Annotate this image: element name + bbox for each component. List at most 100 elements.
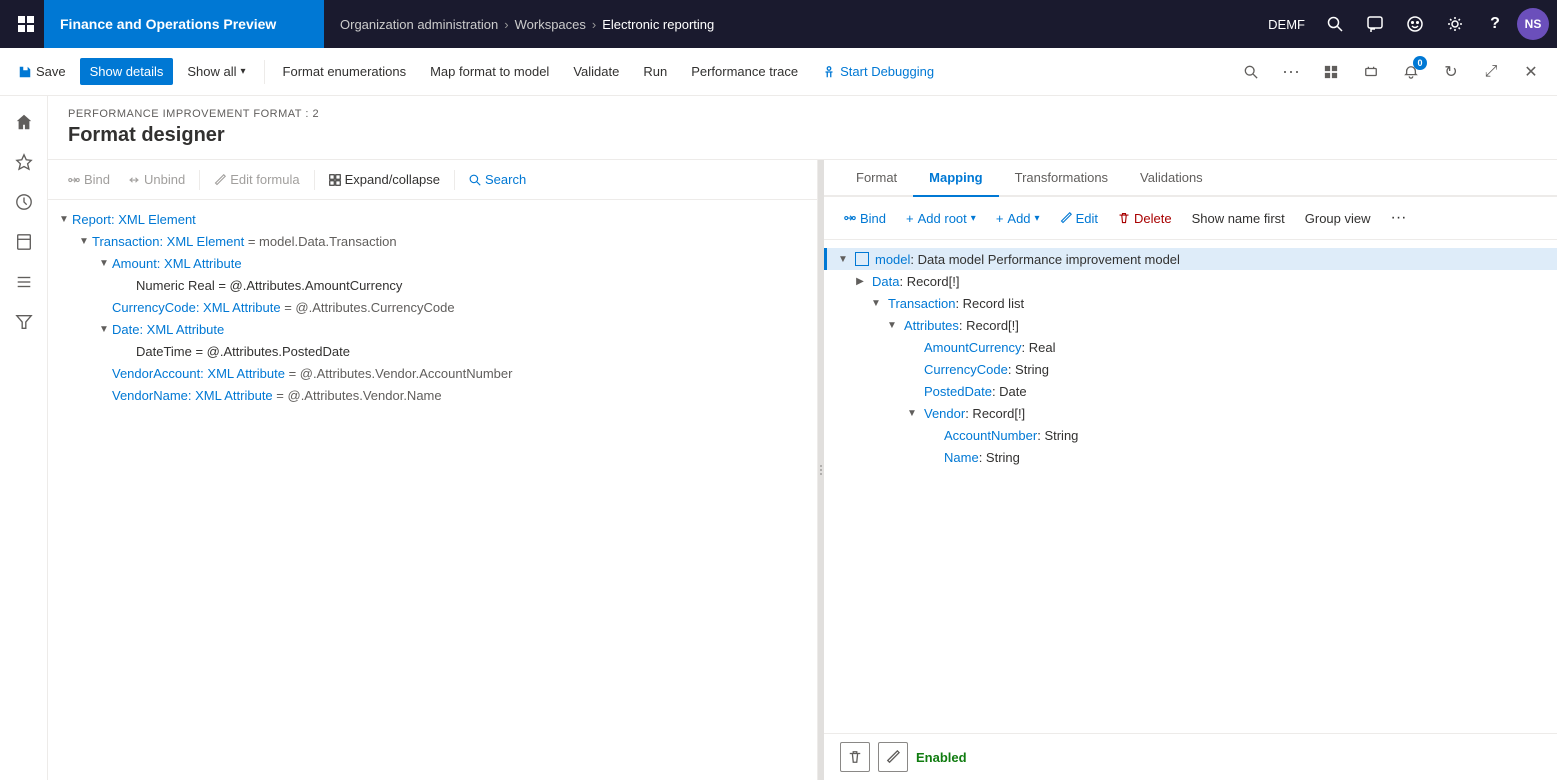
notification-icon[interactable]: 0: [1393, 54, 1429, 90]
more-options-right[interactable]: ···: [1383, 205, 1415, 231]
save-button[interactable]: Save: [8, 58, 76, 85]
right-tree-label: PostedDate: Date: [924, 384, 1027, 399]
sidebar-recent[interactable]: [6, 184, 42, 220]
help-icon[interactable]: ?: [1477, 6, 1513, 42]
right-tree-row[interactable]: ▼ model: Data model Performance improvem…: [824, 248, 1557, 270]
tree-toggle[interactable]: ▼: [868, 295, 884, 311]
tree-toggle[interactable]: ▼: [96, 255, 112, 271]
right-tree-label: model: Data model Performance improvemen…: [875, 252, 1180, 267]
tree-label: CurrencyCode: XML Attribute = @.Attribut…: [112, 300, 455, 315]
sidebar-home[interactable]: [6, 104, 42, 140]
tree-row[interactable]: ▶ VendorAccount: XML Attribute = @.Attri…: [48, 362, 817, 384]
map-format-to-model-button[interactable]: Map format to model: [420, 58, 559, 85]
breadcrumb-org[interactable]: Organization administration: [340, 17, 498, 32]
page-header: PERFORMANCE IMPROVEMENT FORMAT : 2 Forma…: [48, 96, 1557, 160]
chat-icon[interactable]: [1357, 6, 1393, 42]
right-tree-row[interactable]: ▶ PostedDate: Date: [824, 380, 1557, 402]
emoji-icon[interactable]: [1397, 6, 1433, 42]
tree-row[interactable]: ▼ Amount: XML Attribute: [48, 252, 817, 274]
tab-format[interactable]: Format: [840, 160, 913, 197]
toolbar-search-icon[interactable]: [1233, 54, 1269, 90]
right-tree: ▼ model: Data model Performance improvem…: [824, 240, 1557, 733]
tree-row[interactable]: ▼ Report: XML Element: [48, 208, 817, 230]
expand-collapse-button[interactable]: Expand/collapse: [321, 168, 448, 191]
format-enumerations-button[interactable]: Format enumerations: [273, 58, 417, 85]
right-tree-row[interactable]: ▶ Data: Record[!]: [824, 270, 1557, 292]
right-tree-label: AccountNumber: String: [944, 428, 1078, 443]
breadcrumb-workspaces[interactable]: Workspaces: [515, 17, 586, 32]
edit-icon-bottom[interactable]: [878, 742, 908, 772]
right-tree-label: AmountCurrency: Real: [924, 340, 1056, 355]
bottom-bar: Enabled: [824, 733, 1557, 780]
right-tree-row[interactable]: ▶ AmountCurrency: Real: [824, 336, 1557, 358]
unbind-button[interactable]: Unbind: [120, 168, 193, 191]
tree-toggle[interactable]: ▶: [852, 273, 868, 289]
app-title: Finance and Operations Preview: [44, 0, 324, 48]
right-tree-row[interactable]: ▶ Name: String: [824, 446, 1557, 468]
add-button[interactable]: + Add ▾: [988, 207, 1048, 230]
right-tree-row[interactable]: ▶ CurrencyCode: String: [824, 358, 1557, 380]
toolbar-right: ··· 0 ↻ ⤢ ✕: [1233, 54, 1549, 90]
apps-icon[interactable]: [8, 6, 44, 42]
refresh-icon[interactable]: ↻: [1433, 54, 1469, 90]
start-debugging-button[interactable]: Start Debugging: [812, 58, 944, 85]
tree-row[interactable]: ▼ Date: XML Attribute: [48, 318, 817, 340]
left-toolbar-sep-3: [454, 170, 455, 190]
breadcrumb-current: Electronic reporting: [602, 17, 714, 32]
sidebar-star[interactable]: [6, 144, 42, 180]
tree-toggle[interactable]: ▼: [904, 405, 920, 421]
delete-icon-bottom[interactable]: [840, 742, 870, 772]
group-view-button[interactable]: Group view: [1297, 207, 1379, 230]
close-icon[interactable]: ✕: [1513, 54, 1549, 90]
tree-row[interactable]: ▶ DateTime = @.Attributes.PostedDate: [48, 340, 817, 362]
tree-toggle[interactable]: ▼: [76, 233, 92, 249]
expand-icon[interactable]: ⤢: [1473, 54, 1509, 90]
edit-formula-button[interactable]: Edit formula: [206, 168, 307, 191]
right-tree-label: Data: Record[!]: [872, 274, 959, 289]
bind-button-left[interactable]: Bind: [60, 168, 118, 191]
top-navigation: Finance and Operations Preview Organizat…: [0, 0, 1557, 48]
right-tree-label: Attributes: Record[!]: [904, 318, 1019, 333]
performance-trace-button[interactable]: Performance trace: [681, 58, 808, 85]
tree-toggle[interactable]: ▼: [56, 211, 72, 227]
right-tree-row[interactable]: ▼ Transaction: Record list: [824, 292, 1557, 314]
sidebar-filter[interactable]: [6, 304, 42, 340]
tab-mapping[interactable]: Mapping: [913, 160, 998, 197]
plugin-icon[interactable]: [1353, 54, 1389, 90]
run-button[interactable]: Run: [633, 58, 677, 85]
tab-transformations[interactable]: Transformations: [999, 160, 1124, 197]
tree-row[interactable]: ▶ CurrencyCode: XML Attribute = @.Attrib…: [48, 296, 817, 318]
right-tree-row[interactable]: ▼ Attributes: Record[!]: [824, 314, 1557, 336]
search-icon-nav[interactable]: [1317, 6, 1353, 42]
sidebar-bookmarks[interactable]: [6, 224, 42, 260]
editor-area: Bind Unbind Edit formula Expand/colla: [48, 160, 1557, 780]
tree-label: DateTime = @.Attributes.PostedDate: [136, 344, 350, 359]
search-button-left[interactable]: Search: [461, 168, 534, 191]
main-content: PERFORMANCE IMPROVEMENT FORMAT : 2 Forma…: [48, 96, 1557, 780]
user-avatar[interactable]: NS: [1517, 8, 1549, 40]
show-details-button[interactable]: Show details: [80, 58, 174, 85]
grid-icon[interactable]: [1313, 54, 1349, 90]
toolbar-separator-1: [264, 60, 265, 84]
tree-row[interactable]: ▶ Numeric Real = @.Attributes.AmountCurr…: [48, 274, 817, 296]
tree-toggle[interactable]: ▼: [884, 317, 900, 333]
enabled-badge: Enabled: [916, 750, 967, 765]
validate-button[interactable]: Validate: [563, 58, 629, 85]
tree-toggle[interactable]: ▼: [835, 251, 851, 267]
settings-icon[interactable]: [1437, 6, 1473, 42]
show-all-button[interactable]: Show all ▾: [177, 58, 255, 85]
add-root-button[interactable]: + Add root ▾: [898, 207, 984, 230]
tab-validations[interactable]: Validations: [1124, 160, 1219, 197]
sidebar-list[interactable]: [6, 264, 42, 300]
left-panel-toolbar: Bind Unbind Edit formula Expand/colla: [48, 160, 817, 200]
bind-button-right[interactable]: Bind: [836, 207, 894, 230]
tree-toggle[interactable]: ▼: [96, 321, 112, 337]
tree-row[interactable]: ▼ Transaction: XML Element = model.Data.…: [48, 230, 817, 252]
delete-button[interactable]: Delete: [1110, 207, 1180, 230]
show-name-first-button[interactable]: Show name first: [1184, 207, 1293, 230]
more-options-icon[interactable]: ···: [1273, 54, 1309, 90]
right-tree-row[interactable]: ▶ AccountNumber: String: [824, 424, 1557, 446]
edit-button-right[interactable]: Edit: [1052, 207, 1106, 230]
tree-row[interactable]: ▶ VendorName: XML Attribute = @.Attribut…: [48, 384, 817, 406]
right-tree-row[interactable]: ▼ Vendor: Record[!]: [824, 402, 1557, 424]
